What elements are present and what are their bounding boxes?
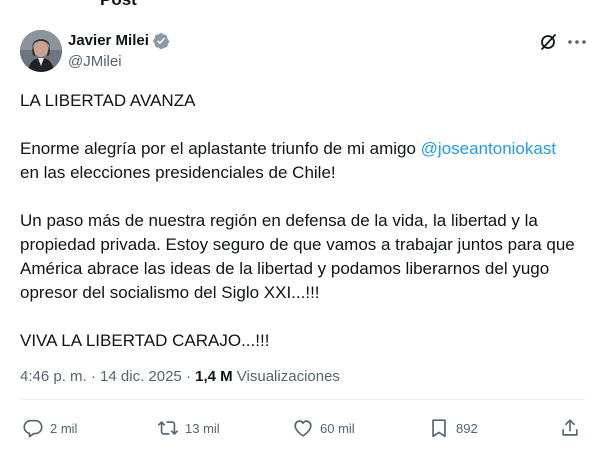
post-header: Javier Milei @JMilei xyxy=(20,30,590,74)
repost-button[interactable]: 13 mil xyxy=(157,416,220,440)
top-bar-remnant: Post xyxy=(0,0,600,8)
meta-separator: · xyxy=(86,368,101,385)
avatar[interactable] xyxy=(20,30,62,72)
author-handle[interactable]: @JMilei xyxy=(68,52,170,72)
grok-slash-icon[interactable] xyxy=(538,32,558,52)
post-date[interactable]: 14 dic. 2025 xyxy=(100,368,182,385)
divider xyxy=(20,399,585,400)
post-paragraph-1: Enorme alegría por el aplastante triunfo… xyxy=(20,137,585,185)
author-names: Javier Milei @JMilei xyxy=(68,31,170,72)
post-paragraph-1-end: en las elecciones presidenciales de Chil… xyxy=(20,163,336,182)
like-count: 60 mil xyxy=(320,420,355,436)
views-label: Visualizaciones xyxy=(232,368,340,385)
verified-badge-icon[interactable] xyxy=(152,32,170,50)
bookmark-icon xyxy=(432,419,446,438)
bookmark-count: 892 xyxy=(456,420,478,436)
views-count: 1,4 M xyxy=(195,368,233,385)
post-paragraph-2: Un paso más de nuestra región en defensa… xyxy=(20,211,575,302)
reply-count: 2 mil xyxy=(50,420,78,436)
top-bar-title: Post xyxy=(100,0,137,8)
post-closing-line: VIVA LA LIBERTAD CARAJO...!!! xyxy=(20,331,270,350)
share-button[interactable] xyxy=(559,416,581,440)
display-name[interactable]: Javier Milei xyxy=(68,31,149,51)
post-paragraph-1-start: Enorme alegría por el aplastante triunfo… xyxy=(20,139,421,158)
share-icon xyxy=(562,419,578,436)
mention-link[interactable]: @joseantoniokast xyxy=(421,139,556,158)
post-time[interactable]: 4:46 p. m. xyxy=(20,368,87,385)
heart-icon xyxy=(294,420,312,437)
reply-icon xyxy=(23,419,43,438)
like-button[interactable]: 60 mil xyxy=(292,416,355,440)
reply-button[interactable]: 2 mil xyxy=(22,416,77,440)
avatar-image xyxy=(20,30,62,72)
post-meta: 4:46 p. m. · 14 dic. 2025 · 1,4 M Visual… xyxy=(20,368,340,386)
more-icon[interactable] xyxy=(566,32,588,52)
repost-icon xyxy=(158,421,178,435)
bookmark-button[interactable]: 892 xyxy=(428,416,478,440)
repost-count: 13 mil xyxy=(185,420,220,436)
meta-separator-2: · xyxy=(181,368,196,385)
display-name-row: Javier Milei xyxy=(68,31,170,51)
action-bar: 2 mil 13 mil 60 mil 892 xyxy=(20,416,585,440)
post-line-headline: LA LIBERTAD AVANZA xyxy=(20,91,196,110)
